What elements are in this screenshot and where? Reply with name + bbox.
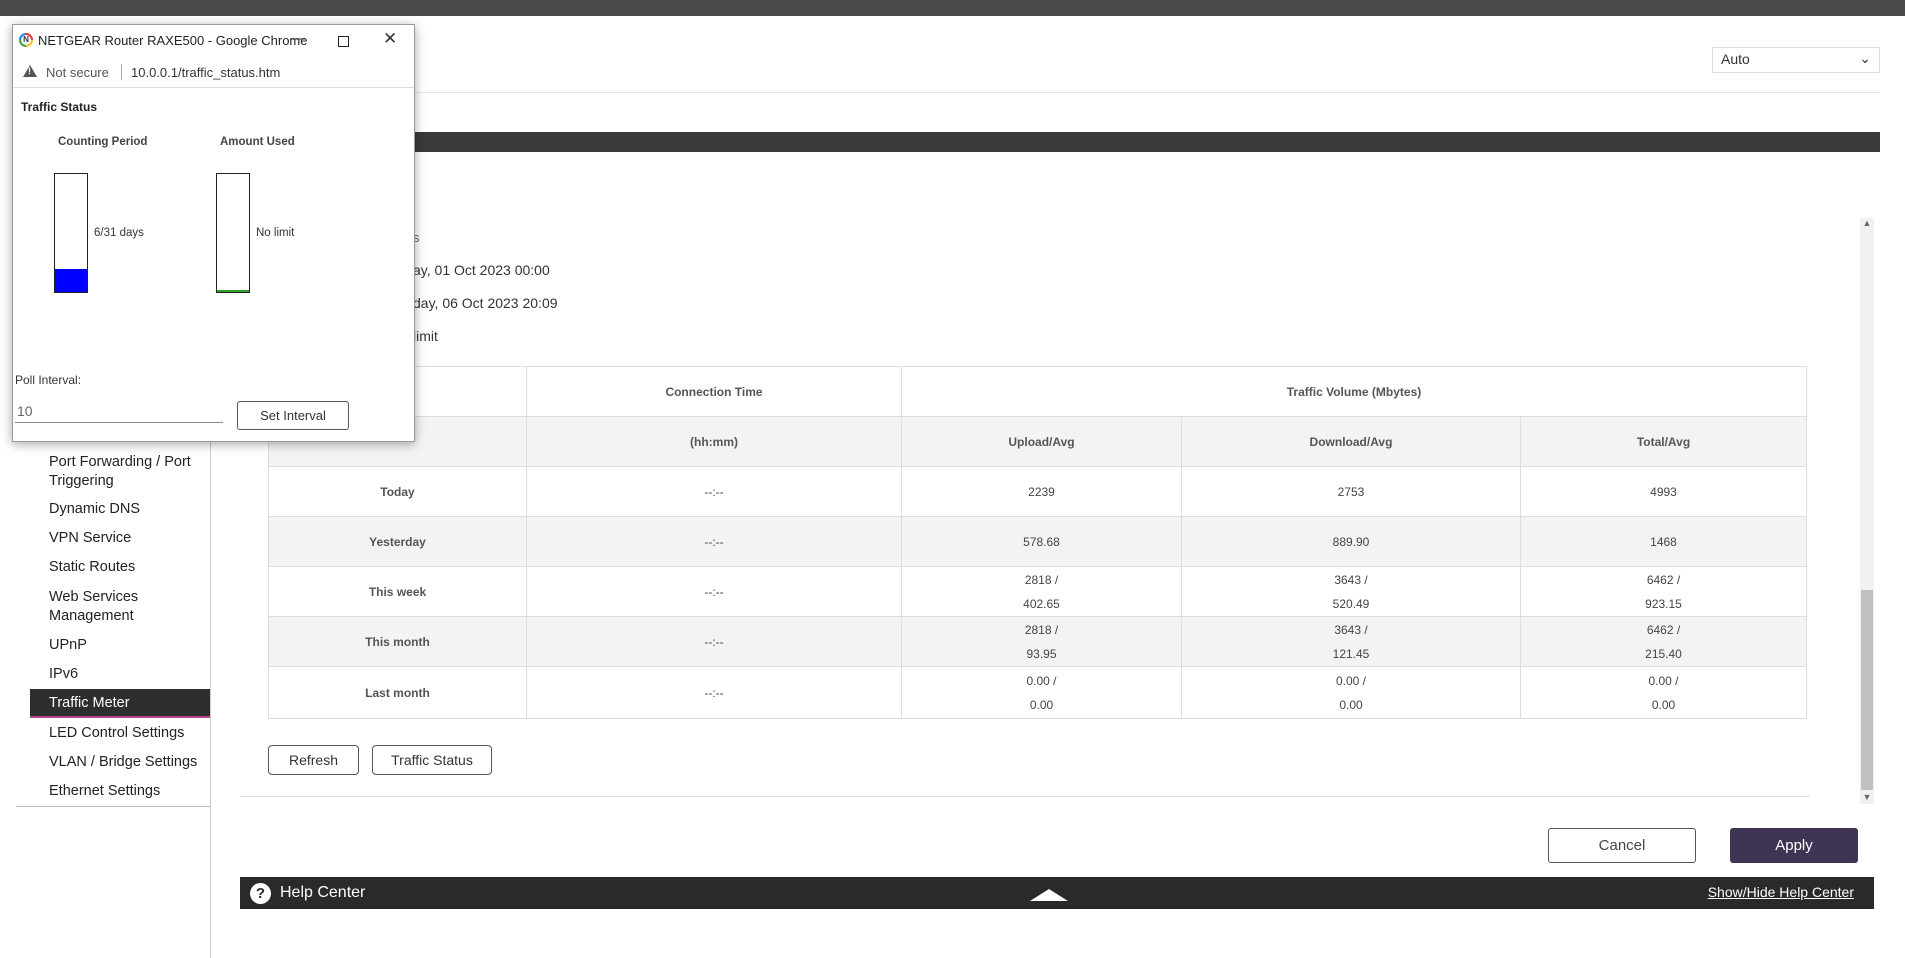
divider: [240, 796, 1810, 797]
sidebar-item-static-routes[interactable]: Static Routes: [30, 558, 210, 577]
poll-interval-label: Poll Interval:: [15, 373, 82, 387]
info-line: ay, 01 Oct 2023 00:00: [413, 262, 550, 278]
maximize-icon[interactable]: [338, 36, 349, 47]
sidebar-item-traffic-meter[interactable]: Traffic Meter: [30, 689, 210, 718]
table-row: Yesterday --:-- 578.68 889.90 1468: [268, 516, 1807, 567]
popup-title-bar: N NETGEAR Router RAXE500 - Google Chrome…: [13, 25, 414, 57]
url-text[interactable]: 10.0.0.1/traffic_status.htm: [131, 65, 280, 80]
traffic-status-heading: Traffic Status: [21, 100, 98, 114]
counting-period-bar: [54, 173, 88, 293]
cell-total: 1468: [1520, 516, 1807, 567]
cell-time: --:--: [526, 466, 902, 517]
set-interval-button[interactable]: Set Interval: [237, 401, 349, 430]
row-label: Yesterday: [268, 516, 527, 567]
scrollbar-thumb[interactable]: [1861, 590, 1873, 790]
popup-window-title: NETGEAR Router RAXE500 - Google Chrome: [38, 33, 308, 48]
amount-used-fill: [217, 289, 249, 292]
cell-download: 2753: [1181, 466, 1521, 517]
sidebar-bottom-divider: [16, 806, 210, 807]
counting-period-value: 6/31 days: [94, 227, 144, 239]
sidebar-item-web-services[interactable]: Web Services Management: [30, 588, 210, 626]
col-subheader-download: Download/Avg: [1181, 416, 1521, 467]
divider: [240, 92, 1880, 93]
table-row: This week --:-- 2818 /402.65 3643 /520.4…: [268, 566, 1807, 617]
cell-download: 889.90: [1181, 516, 1521, 567]
show-hide-help-link[interactable]: Show/Hide Help Center: [1708, 884, 1854, 900]
netgear-favicon-icon: N: [19, 33, 33, 47]
not-secure-label: Not secure: [46, 65, 109, 80]
cell-time: --:--: [526, 516, 902, 567]
address-separator: [121, 64, 122, 80]
section-header-bar: [240, 132, 1880, 152]
sidebar-item-ipv6[interactable]: IPv6: [30, 665, 210, 684]
table-row: Last month --:-- 0.00 /0.00 0.00 /0.00 0…: [268, 666, 1807, 719]
sidebar-item-vlan-bridge[interactable]: VLAN / Bridge Settings: [30, 753, 210, 772]
table-header-row: d Connection Time Traffic Volume (Mbytes…: [268, 366, 1807, 417]
table-subheader-row: (hh:mm) Upload/Avg Download/Avg Total/Av…: [268, 416, 1807, 467]
sidebar-item-vpn-service[interactable]: VPN Service: [30, 529, 210, 548]
cell-upload: 2239: [901, 466, 1182, 517]
address-bar[interactable]: Not secure 10.0.0.1/traffic_status.htm: [13, 57, 414, 88]
help-center-bar: ? Help Center Show/Hide Help Center: [240, 877, 1874, 909]
traffic-status-button[interactable]: Traffic Status: [372, 745, 492, 775]
cell-upload: 2818 /402.65: [901, 566, 1182, 617]
sidebar-item-dynamic-dns[interactable]: Dynamic DNS: [30, 500, 210, 519]
counting-period-label: Counting Period: [58, 136, 148, 148]
row-label: This week: [268, 566, 527, 617]
cell-upload: 0.00 /0.00: [901, 666, 1182, 719]
warning-icon: [23, 65, 37, 77]
cell-upload: 578.68: [901, 516, 1182, 567]
sidebar-item-led-control[interactable]: LED Control Settings: [30, 724, 210, 743]
caret-up-icon[interactable]: [1030, 889, 1068, 901]
amount-used-bar: [216, 173, 250, 293]
chevron-down-icon: ⌄: [1859, 50, 1871, 66]
sidebar-item-ethernet[interactable]: Ethernet Settings: [30, 782, 210, 801]
table-row: Today --:-- 2239 2753 4993: [268, 466, 1807, 517]
cell-time: --:--: [526, 616, 902, 667]
language-select-value: Auto: [1721, 51, 1750, 67]
help-center-label: Help Center: [280, 884, 366, 901]
cell-total: 0.00 /0.00: [1520, 666, 1807, 719]
cell-download: 3643 /520.49: [1181, 566, 1521, 617]
col-subheader-hhmm: (hh:mm): [526, 416, 902, 467]
cell-total: 4993: [1520, 466, 1807, 517]
minimize-icon[interactable]: —: [291, 30, 306, 47]
scroll-down-icon[interactable]: ▼: [1860, 792, 1874, 802]
col-header-traffic-volume: Traffic Volume (Mbytes): [901, 366, 1807, 417]
col-header-connection-time: Connection Time: [526, 366, 902, 417]
counting-period-fill: [55, 269, 87, 292]
apply-button[interactable]: Apply: [1730, 828, 1858, 863]
amount-used-label: Amount Used: [220, 136, 295, 148]
sidebar-item-upnp[interactable]: UPnP: [30, 636, 210, 655]
traffic-status-popup-window: N NETGEAR Router RAXE500 - Google Chrome…: [12, 24, 415, 442]
poll-interval-input[interactable]: [15, 399, 223, 423]
info-line: limit: [413, 328, 438, 344]
cell-upload: 2818 /93.95: [901, 616, 1182, 667]
amount-used-value: No limit: [256, 227, 295, 239]
language-select[interactable]: Auto ⌄: [1712, 47, 1880, 73]
row-label: This month: [268, 616, 527, 667]
cell-total: 6462 /923.15: [1520, 566, 1807, 617]
cell-download: 3643 /121.45: [1181, 616, 1521, 667]
browser-top-bar: [0, 0, 1905, 16]
col-subheader-upload: Upload/Avg: [901, 416, 1182, 467]
info-line: day, 06 Oct 2023 20:09: [413, 295, 558, 311]
row-label: Last month: [268, 666, 527, 719]
row-label: Today: [268, 466, 527, 517]
cell-time: --:--: [526, 666, 902, 719]
cancel-button[interactable]: Cancel: [1548, 828, 1696, 863]
scroll-up-icon[interactable]: ▲: [1860, 218, 1874, 228]
cell-total: 6462 /215.40: [1520, 616, 1807, 667]
col-subheader-total: Total/Avg: [1520, 416, 1807, 467]
traffic-table: d Connection Time Traffic Volume (Mbytes…: [268, 366, 1807, 719]
cell-time: --:--: [526, 566, 902, 617]
cell-download: 0.00 /0.00: [1181, 666, 1521, 719]
sidebar-item-port-forwarding[interactable]: Port Forwarding / Port Triggering: [30, 453, 210, 491]
table-row: This month --:-- 2818 /93.95 3643 /121.4…: [268, 616, 1807, 667]
sidebar-divider: [210, 430, 211, 958]
close-icon[interactable]: ✕: [383, 29, 397, 49]
refresh-button[interactable]: Refresh: [268, 745, 359, 775]
help-icon[interactable]: ?: [250, 883, 271, 904]
